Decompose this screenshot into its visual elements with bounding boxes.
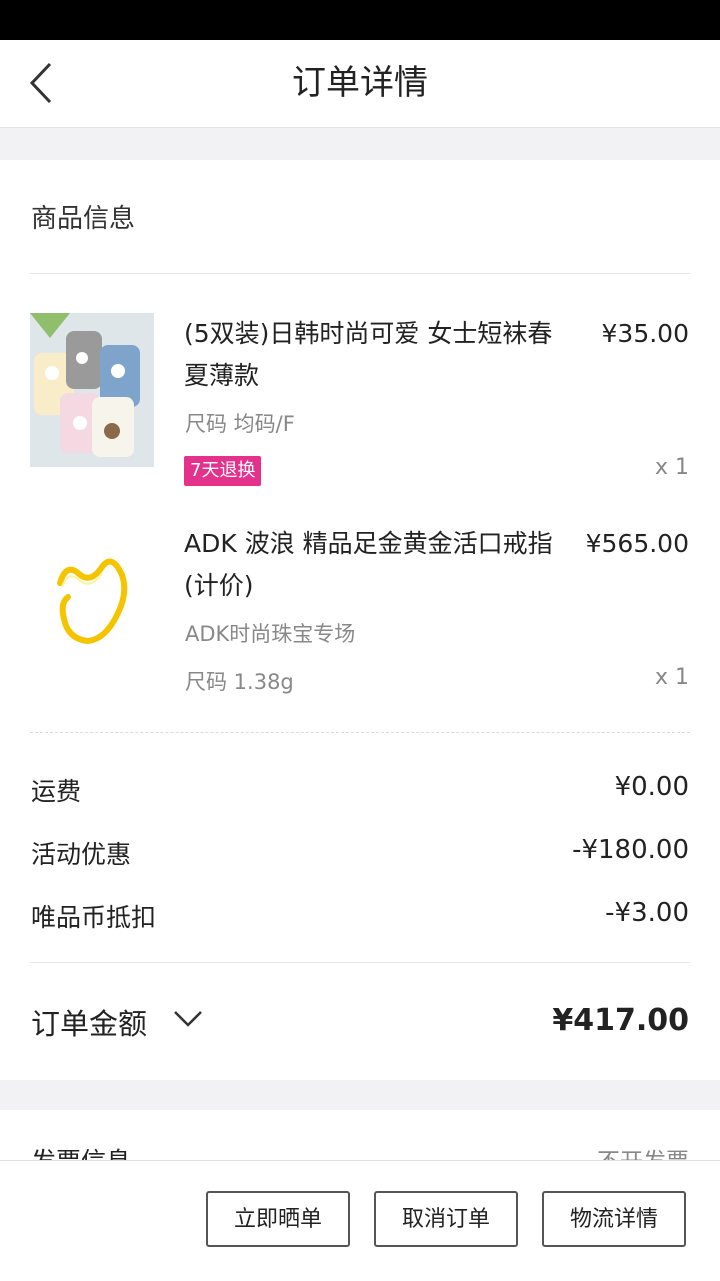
dashed-divider <box>30 732 690 733</box>
product-qty: x 1 <box>654 665 689 690</box>
fee-value: -¥3.00 <box>605 898 689 928</box>
back-button[interactable] <box>22 58 72 108</box>
fee-row-coins: 唯品币抵扣 -¥3.00 <box>31 898 689 938</box>
total-expand-toggle[interactable] <box>172 1006 204 1034</box>
product-size: 尺码 1.38g <box>185 670 294 694</box>
order-card: 商品信息 (5双装)日韩时尚可爱 女士短袜春夏薄款 ¥35.00 尺码 均码/F… <box>0 160 720 1080</box>
fee-label: 活动优惠 <box>31 840 132 869</box>
fee-value: -¥180.00 <box>572 835 689 865</box>
fee-row-discount: 活动优惠 -¥180.00 <box>31 835 689 875</box>
fee-label: 运费 <box>31 777 82 806</box>
divider <box>30 273 690 274</box>
status-bar <box>0 0 720 40</box>
divider <box>30 962 690 963</box>
cancel-order-button[interactable]: 取消订单 <box>374 1191 518 1247</box>
fee-label: 唯品币抵扣 <box>31 903 157 932</box>
product-image-socks <box>30 313 154 467</box>
page-title: 订单详情 <box>292 63 428 103</box>
product-price: ¥35.00 <box>601 319 689 348</box>
product-name: ADK 波浪 精品足金黄金活口戒指(计价) <box>184 529 553 600</box>
return-policy-tag: 7天退换 <box>184 456 262 486</box>
order-total-label: 订单金额 <box>31 1007 148 1041</box>
product-name: (5双装)日韩时尚可爱 女士短袜春夏薄款 <box>184 319 553 390</box>
order-total-value: ¥417.00 <box>552 1003 689 1038</box>
product-price: ¥565.00 <box>585 529 689 558</box>
product-image-ring <box>30 523 154 677</box>
goods-section-title: 商品信息 <box>31 204 136 234</box>
product-qty: x 1 <box>654 455 689 480</box>
fee-value: ¥0.00 <box>614 772 689 802</box>
product-size: 尺码 均码/F <box>185 412 295 436</box>
product-item-ring[interactable]: ADK 波浪 精品足金黄金活口戒指(计价) ¥565.00 ADK时尚珠宝专场 … <box>0 523 720 703</box>
nav-bar: 订单详情 <box>0 40 720 128</box>
product-item-socks[interactable]: (5双装)日韩时尚可爱 女士短袜春夏薄款 ¥35.00 尺码 均码/F 7天退换… <box>0 313 720 488</box>
chevron-left-icon <box>29 62 52 104</box>
product-store: ADK时尚珠宝专场 <box>185 622 356 646</box>
fee-row-shipping: 运费 ¥0.00 <box>31 772 689 812</box>
chevron-down-icon <box>174 1011 202 1027</box>
action-bar: 立即晒单 取消订单 物流详情 <box>0 1160 720 1281</box>
logistics-details-button[interactable]: 物流详情 <box>542 1191 686 1247</box>
share-order-button[interactable]: 立即晒单 <box>206 1191 350 1247</box>
